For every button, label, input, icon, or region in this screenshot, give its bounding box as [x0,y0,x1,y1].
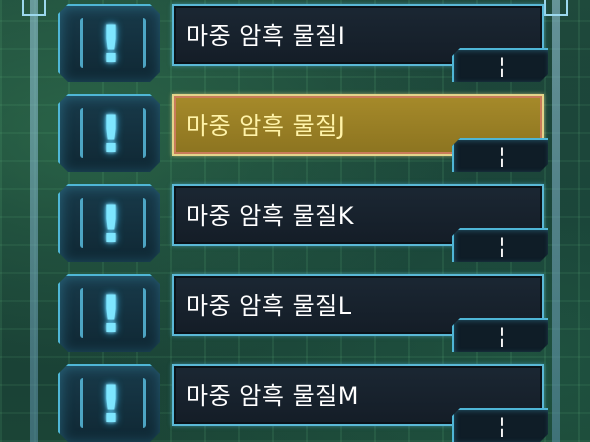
item-name: 마중 암흑 물질J [186,112,346,140]
list-item[interactable]: ! 마중 암흑 물질M ¦ [58,364,558,442]
item-count: ¦ [498,414,506,439]
item-count: ¦ [498,54,506,79]
list-item[interactable]: ! 마중 암흑 물질I ¦ [58,4,558,86]
exclamation-icon: ! [99,195,123,255]
item-name: 마중 암흑 물질K [186,202,354,230]
alert-badge: ! [58,184,160,262]
exclamation-icon: ! [99,15,123,75]
alert-badge: ! [58,94,160,172]
item-count: ¦ [498,234,506,259]
exclamation-icon: ! [99,105,123,165]
item-count-box: ¦ [452,408,548,442]
item-list-screen: ! 마중 암흑 물질I ¦ ! 마중 암흑 물질J ¦ ! 마중 암흑 물질K [0,0,590,442]
alert-badge: ! [58,274,160,352]
exclamation-icon: ! [99,285,123,345]
item-count: ¦ [498,144,506,169]
item-count-box: ¦ [452,228,548,262]
item-count-box: ¦ [452,318,548,352]
item-name: 마중 암흑 물질I [186,22,346,50]
frame-corner-left [22,0,46,16]
item-name: 마중 암흑 물질L [186,292,352,320]
item-name: 마중 암흑 물질M [186,382,359,410]
list-item[interactable]: ! 마중 암흑 물질L ¦ [58,274,558,356]
item-count: ¦ [498,324,506,349]
list-item[interactable]: ! 마중 암흑 물질K ¦ [58,184,558,266]
alert-badge: ! [58,364,160,442]
item-count-box: ¦ [452,138,548,172]
list-item-selected[interactable]: ! 마중 암흑 물질J ¦ [58,94,558,176]
exclamation-icon: ! [99,375,123,435]
alert-badge: ! [58,4,160,82]
panel-frame-left [30,0,38,442]
item-count-box: ¦ [452,48,548,82]
